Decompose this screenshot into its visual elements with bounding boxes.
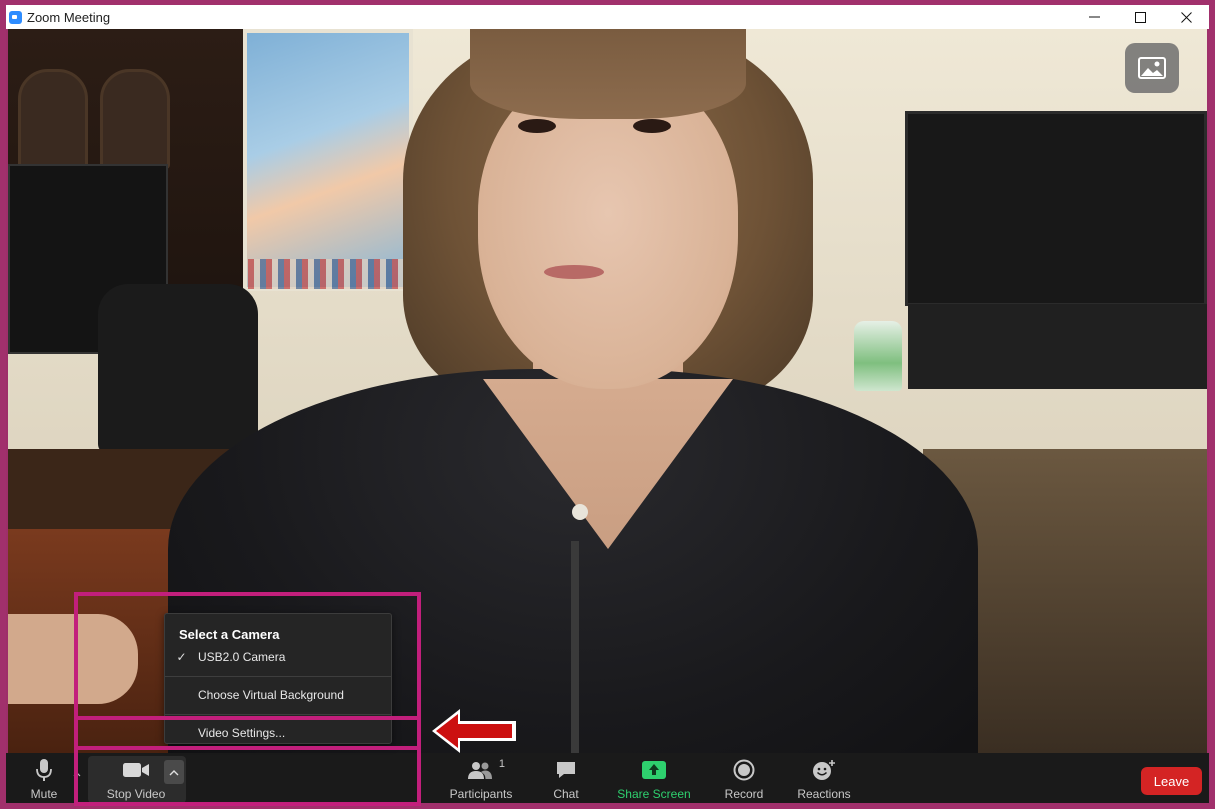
video-options-caret[interactable] bbox=[164, 760, 184, 784]
cabinet-glass-right bbox=[100, 69, 170, 169]
stop-video-button[interactable]: Stop Video bbox=[98, 753, 174, 803]
select-camera-menu: Select a Camera ✓ USB2.0 Camera Choose V… bbox=[164, 613, 392, 744]
cabinet-glass-left bbox=[18, 69, 88, 169]
maximize-button[interactable] bbox=[1117, 5, 1163, 29]
chat-button[interactable]: Chat bbox=[546, 753, 586, 803]
participants-count: 1 bbox=[498, 758, 505, 770]
chevron-up-icon bbox=[169, 769, 179, 775]
window-title: Zoom Meeting bbox=[27, 9, 111, 25]
menu-item-label: Video Settings... bbox=[198, 726, 286, 740]
record-button[interactable]: Record bbox=[722, 753, 766, 803]
stop-video-label: Stop Video bbox=[106, 787, 166, 801]
zoom-app-icon bbox=[9, 10, 22, 24]
video-person-zipper bbox=[571, 541, 579, 753]
image-icon bbox=[1138, 57, 1166, 79]
video-monitor-stand bbox=[908, 304, 1207, 389]
chat-icon bbox=[555, 756, 577, 784]
leave-button[interactable]: Leave bbox=[1141, 767, 1202, 795]
left-arrow-icon bbox=[432, 709, 516, 753]
menu-item-usb-camera[interactable]: ✓ USB2.0 Camera bbox=[165, 646, 391, 668]
chevron-up-icon bbox=[73, 772, 81, 777]
close-button[interactable] bbox=[1163, 5, 1209, 29]
share-screen-label: Share Screen bbox=[617, 787, 691, 801]
participants-icon: 1 bbox=[467, 756, 505, 784]
menu-divider bbox=[165, 714, 391, 715]
participants-label: Participants bbox=[449, 787, 513, 801]
participants-button[interactable]: 1 Participants bbox=[446, 753, 516, 803]
meeting-toolbar: Mute Stop Video 1 Participants Chat Shar… bbox=[6, 753, 1209, 803]
close-icon bbox=[1180, 11, 1192, 23]
minimize-button[interactable] bbox=[1071, 5, 1117, 29]
video-person-eye-right bbox=[633, 119, 671, 133]
video-person-arm bbox=[8, 614, 138, 704]
video-map-flags bbox=[248, 259, 410, 289]
smiley-plus-icon bbox=[811, 756, 837, 784]
menu-header: Select a Camera bbox=[179, 627, 280, 642]
video-person-bangs bbox=[470, 29, 746, 119]
share-screen-button[interactable]: Share Screen bbox=[617, 753, 691, 803]
minimize-icon bbox=[1088, 16, 1100, 18]
video-chair bbox=[98, 284, 258, 454]
video-person-eye-left bbox=[518, 119, 556, 133]
video-monitor-right bbox=[905, 111, 1207, 306]
menu-divider bbox=[165, 676, 391, 677]
mute-button[interactable]: Mute bbox=[28, 753, 60, 803]
menu-item-video-settings[interactable]: Video Settings... bbox=[165, 722, 391, 744]
audio-options-caret[interactable] bbox=[73, 770, 81, 780]
record-label: Record bbox=[724, 787, 764, 801]
checkmark-icon: ✓ bbox=[176, 650, 187, 664]
maximize-icon bbox=[1134, 11, 1146, 23]
title-bar: Zoom Meeting bbox=[6, 5, 1209, 29]
microphone-icon bbox=[36, 756, 52, 784]
reactions-label: Reactions bbox=[797, 787, 851, 801]
share-screen-icon bbox=[641, 756, 667, 784]
video-camera-icon bbox=[122, 756, 150, 784]
switch-view-button[interactable] bbox=[1125, 43, 1179, 93]
video-water-bottle bbox=[854, 321, 902, 391]
mute-label: Mute bbox=[30, 787, 58, 801]
menu-item-virtual-background[interactable]: Choose Virtual Background bbox=[165, 684, 391, 706]
record-icon bbox=[733, 756, 755, 784]
window-controls bbox=[1071, 5, 1209, 29]
video-wall-map bbox=[243, 29, 413, 291]
video-person-pendant bbox=[572, 504, 588, 520]
reactions-button[interactable]: Reactions bbox=[796, 753, 852, 803]
menu-item-label: USB2.0 Camera bbox=[198, 650, 286, 664]
menu-item-label: Choose Virtual Background bbox=[198, 688, 344, 702]
video-person-mouth bbox=[544, 265, 604, 279]
chat-label: Chat bbox=[553, 787, 579, 801]
